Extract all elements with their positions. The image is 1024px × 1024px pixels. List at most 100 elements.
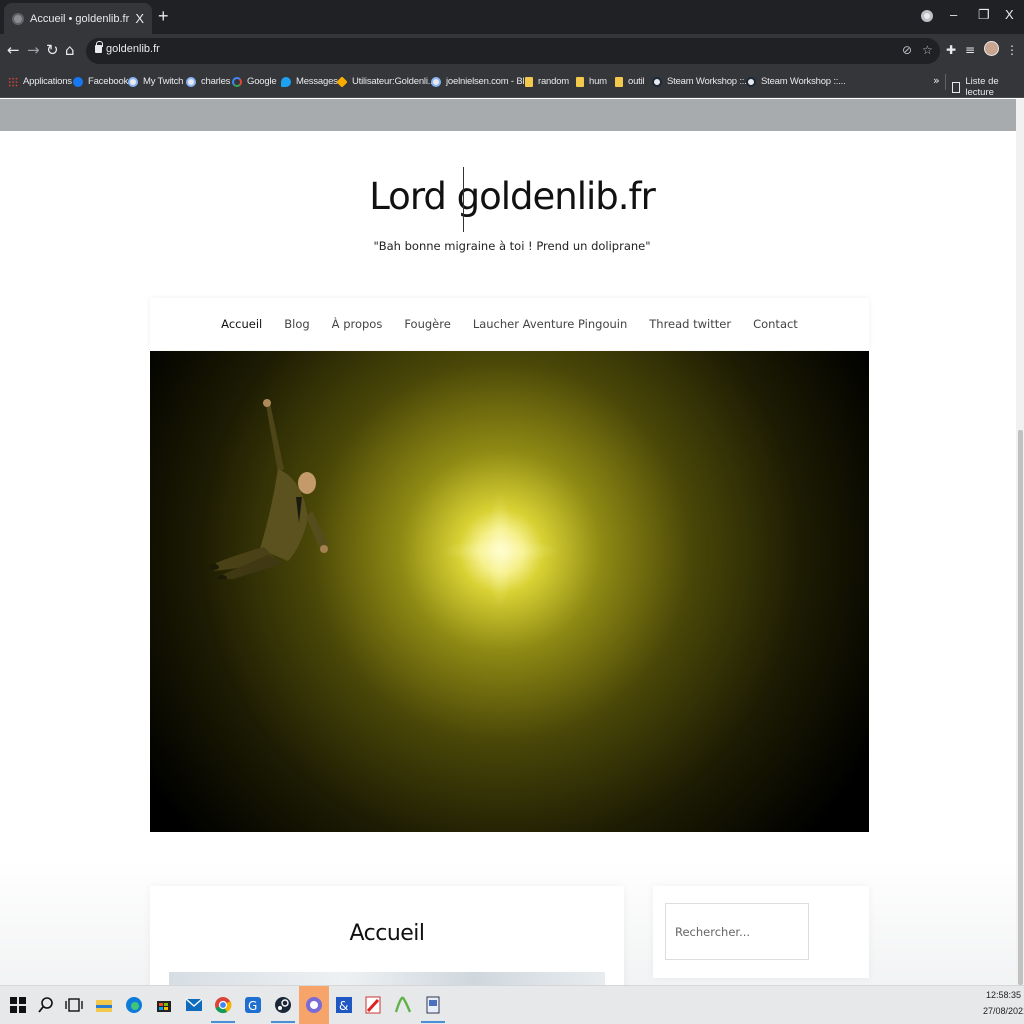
folder-icon bbox=[525, 76, 533, 87]
bookmark-folder-hum[interactable]: hum bbox=[576, 76, 607, 87]
nav-item-blog[interactable]: Blog bbox=[284, 317, 309, 331]
bookmark-utilisateur[interactable]: Utilisateur:Goldenli... bbox=[336, 75, 435, 88]
folder-icon bbox=[615, 76, 623, 87]
main-navigation: Accueil Blog À propos Fougère Laucher Av… bbox=[150, 298, 869, 350]
discord-like-icon[interactable] bbox=[303, 994, 325, 1016]
url-text: goldenlib.fr bbox=[106, 43, 160, 55]
globe-icon bbox=[186, 76, 196, 87]
bookmarks-overflow-button[interactable]: » bbox=[933, 74, 940, 87]
restore-button[interactable]: ❐ bbox=[978, 7, 990, 23]
windows-taskbar: G & bbox=[0, 985, 1024, 1024]
site-favicon-icon bbox=[12, 12, 24, 25]
chrome-running-indicator bbox=[211, 1021, 235, 1023]
profile-indicator-icon[interactable] bbox=[921, 10, 933, 22]
nav-item-fougere[interactable]: Fougère bbox=[404, 317, 450, 331]
mail-icon[interactable] bbox=[183, 994, 205, 1016]
taskbar-time[interactable]: 12:58:35 bbox=[986, 990, 1021, 1000]
bookmarks-bar: Applications Facebook My Twitch charles … bbox=[0, 68, 1024, 98]
minimize-button[interactable]: – bbox=[950, 7, 957, 22]
edge-icon[interactable] bbox=[123, 994, 145, 1016]
home-icon[interactable]: ⌂ bbox=[65, 41, 75, 59]
bookmark-star-icon[interactable]: ☆ bbox=[922, 43, 933, 57]
bookmark-my-twitch[interactable]: My Twitch bbox=[128, 76, 183, 87]
steam-running-indicator bbox=[271, 1021, 295, 1023]
steam-icon bbox=[746, 76, 756, 87]
bookmark-applications[interactable]: Applications bbox=[8, 76, 72, 87]
reading-list-icon bbox=[952, 81, 961, 93]
globe-icon bbox=[431, 76, 441, 87]
browser-toolbar: ← → ↻ ⌂ goldenlib.fr ⊘ ☆ ✚ ≡ ⋮ bbox=[0, 34, 1024, 68]
bookmark-folder-outil[interactable]: outil bbox=[615, 76, 645, 87]
page-scrollbar-thumb[interactable] bbox=[1018, 430, 1023, 985]
tab-close-button[interactable]: X bbox=[135, 11, 144, 26]
app-green-icon[interactable] bbox=[392, 994, 414, 1016]
nav-item-contact[interactable]: Contact bbox=[753, 317, 798, 331]
search-input[interactable] bbox=[665, 903, 809, 960]
store-icon[interactable] bbox=[153, 994, 175, 1016]
tracking-blocked-icon[interactable]: ⊘ bbox=[902, 43, 912, 57]
svg-text:G: G bbox=[248, 999, 257, 1013]
chrome-icon[interactable] bbox=[212, 994, 234, 1016]
nav-item-a-propos[interactable]: À propos bbox=[332, 317, 383, 331]
search-icon[interactable] bbox=[35, 994, 57, 1016]
bookmark-google[interactable]: Google bbox=[232, 76, 277, 87]
reading-list-button[interactable]: Liste de lecture bbox=[952, 76, 1024, 98]
content-card: Accueil bbox=[150, 886, 624, 985]
lock-icon bbox=[95, 41, 103, 53]
bookmark-steam-workshop-1[interactable]: Steam Workshop ::... bbox=[652, 76, 752, 87]
nav-item-thread-twitter[interactable]: Thread twitter bbox=[649, 317, 731, 331]
facebook-icon bbox=[73, 76, 83, 87]
user-avatar[interactable] bbox=[984, 41, 999, 56]
reload-icon[interactable]: ↻ bbox=[46, 41, 59, 59]
new-tab-button[interactable]: + bbox=[158, 6, 169, 27]
globe-icon bbox=[128, 76, 138, 87]
windows-start-icon[interactable] bbox=[7, 994, 29, 1016]
svg-text:&: & bbox=[339, 999, 348, 1013]
text-cursor bbox=[463, 167, 464, 232]
gmod-icon[interactable]: G bbox=[242, 994, 264, 1016]
twitter-icon bbox=[281, 76, 291, 87]
bookmark-charles[interactable]: charles bbox=[186, 76, 230, 87]
floating-man-figure bbox=[209, 399, 328, 579]
bookmark-folder-random[interactable]: random bbox=[525, 76, 569, 87]
browser-tab[interactable]: Accueil • goldenlib.fr X bbox=[4, 3, 152, 34]
media-queue-icon[interactable]: ≡ bbox=[965, 43, 975, 57]
forward-arrow-icon[interactable]: → bbox=[27, 41, 40, 59]
taskbar-date[interactable]: 27/08/2021 bbox=[983, 1006, 1024, 1016]
site-tagline: "Bah bonne migraine à toi ! Prend un dol… bbox=[373, 239, 651, 253]
address-bar[interactable]: goldenlib.fr ⊘ ☆ bbox=[86, 38, 940, 64]
site-title[interactable]: Lord goldenlib.fr bbox=[0, 175, 1024, 218]
task-view-icon[interactable] bbox=[63, 994, 85, 1016]
nav-item-accueil[interactable]: Accueil bbox=[221, 317, 262, 331]
content-heading: Accueil bbox=[349, 921, 425, 946]
hero-image bbox=[150, 351, 869, 832]
window-close-button[interactable]: X bbox=[1005, 7, 1014, 22]
content-image bbox=[169, 972, 605, 985]
nav-item-laucher-aventure-pingouin[interactable]: Laucher Aventure Pingouin bbox=[473, 317, 627, 331]
bookmark-messages[interactable]: Messages bbox=[281, 76, 338, 87]
app-doc-icon[interactable] bbox=[422, 994, 444, 1016]
light-flare bbox=[440, 491, 560, 611]
web-page: Lord goldenlib.fr "Bah bonne migraine à … bbox=[0, 99, 1024, 985]
back-arrow-icon[interactable]: ← bbox=[7, 41, 20, 59]
apps-grid-icon bbox=[8, 76, 18, 87]
sidebar-widget bbox=[653, 886, 869, 978]
google-icon bbox=[232, 76, 242, 87]
menu-kebab-icon[interactable]: ⋮ bbox=[1006, 43, 1018, 57]
extensions-puzzle-icon[interactable]: ✚ bbox=[946, 43, 956, 57]
doc-app-running-indicator bbox=[421, 1021, 445, 1023]
top-header-strip bbox=[0, 99, 1024, 131]
bookmark-steam-workshop-2[interactable]: Steam Workshop ::... bbox=[746, 76, 846, 87]
folder-icon bbox=[576, 76, 584, 87]
browser-tab-bar: Accueil • goldenlib.fr X + – ❐ X bbox=[0, 0, 1024, 34]
steam-icon[interactable] bbox=[272, 994, 294, 1016]
app-ampersand-icon[interactable]: & bbox=[333, 994, 355, 1016]
bookmarks-divider bbox=[945, 74, 946, 90]
file-explorer-icon[interactable] bbox=[93, 994, 115, 1016]
tab-title: Accueil • goldenlib.fr bbox=[30, 12, 130, 25]
bookmark-joelnielsen[interactable]: joelnielsen.com - Bl... bbox=[431, 76, 532, 87]
wiki-icon bbox=[336, 75, 348, 88]
steam-icon bbox=[652, 76, 662, 87]
pdf-icon[interactable] bbox=[362, 994, 384, 1016]
bookmark-facebook[interactable]: Facebook bbox=[73, 76, 128, 87]
